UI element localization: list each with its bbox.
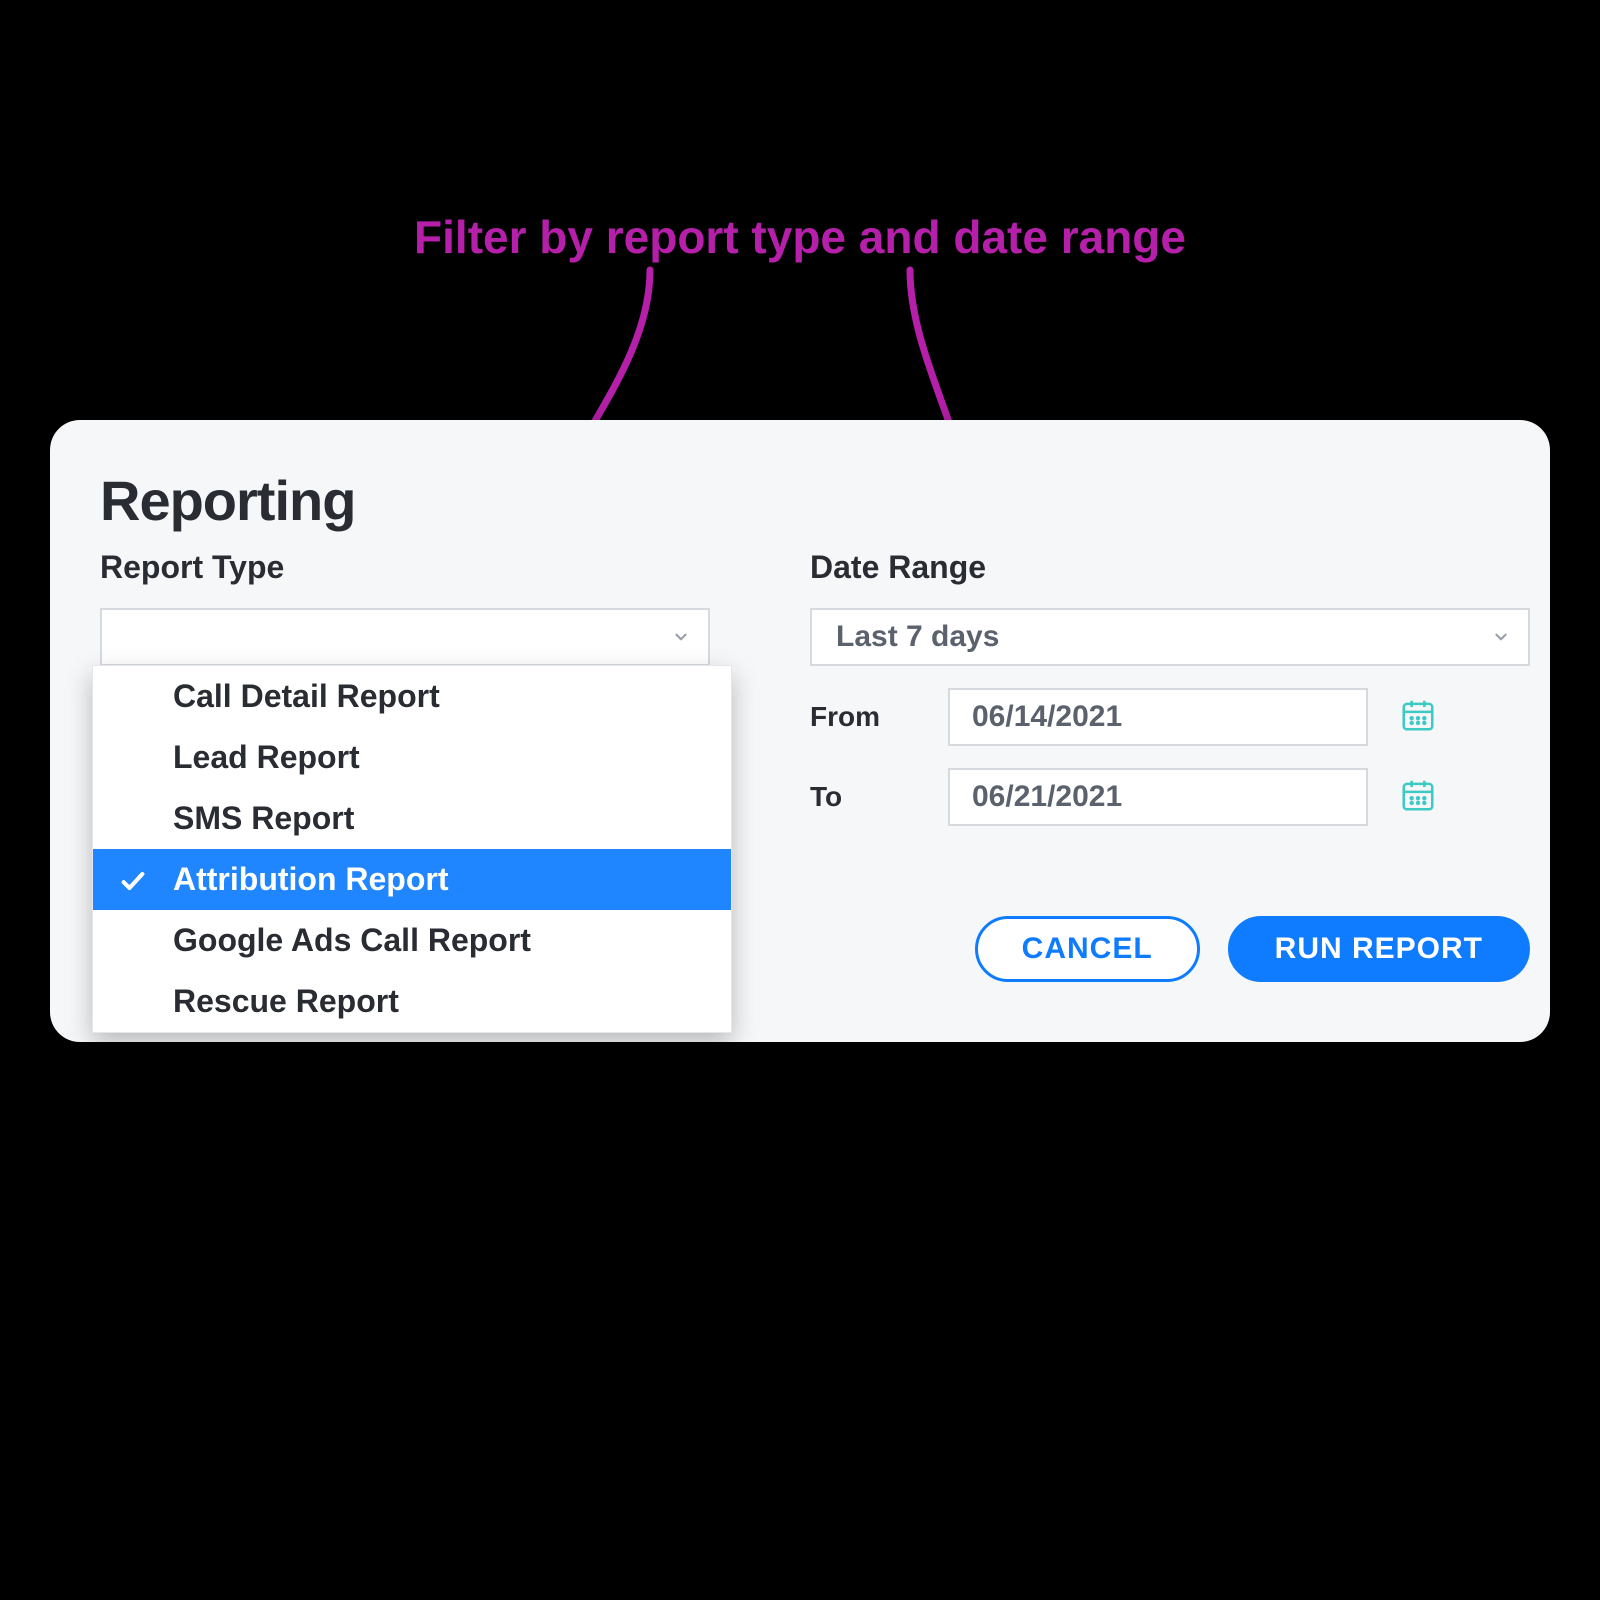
actions-row: CANCEL RUN REPORT xyxy=(810,916,1530,982)
report-type-label: Report Type xyxy=(100,549,710,586)
report-type-option[interactable]: Google Ads Call Report xyxy=(93,910,731,971)
from-label: From xyxy=(810,701,920,733)
to-label: To xyxy=(810,781,920,813)
from-date-value: 06/14/2021 xyxy=(972,700,1122,734)
report-type-option[interactable]: SMS Report xyxy=(93,788,731,849)
report-type-dropdown: Call Detail Report Lead Report SMS Report A… xyxy=(92,665,732,1033)
report-type-option[interactable]: Call Detail Report xyxy=(93,666,731,727)
chevron-down-icon xyxy=(672,628,690,646)
from-date-input[interactable]: 06/14/2021 xyxy=(948,688,1368,746)
report-type-option[interactable]: Rescue Report xyxy=(93,971,731,1032)
to-calendar-button[interactable] xyxy=(1396,775,1440,819)
report-type-column: Report Type Call Detail Report Lead Repor… xyxy=(100,543,710,982)
report-type-option-label: Attribution Report xyxy=(173,861,449,897)
check-icon xyxy=(119,866,147,894)
report-type-option-label: Lead Report xyxy=(173,739,360,775)
report-type-option[interactable]: Lead Report xyxy=(93,727,731,788)
chevron-down-icon xyxy=(1492,628,1510,646)
cancel-button[interactable]: CANCEL xyxy=(975,916,1200,982)
report-type-option-label: SMS Report xyxy=(173,800,354,836)
date-range-preset-value: Last 7 days xyxy=(836,620,999,654)
to-date-value: 06/21/2021 xyxy=(972,780,1122,814)
date-range-preset-select[interactable]: Last 7 days xyxy=(810,608,1530,666)
report-type-option[interactable]: Attribution Report xyxy=(93,849,731,910)
calendar-icon xyxy=(1399,696,1437,739)
from-calendar-button[interactable] xyxy=(1396,695,1440,739)
report-type-option-label: Google Ads Call Report xyxy=(173,922,531,958)
run-report-button[interactable]: RUN REPORT xyxy=(1228,916,1530,982)
date-range-label: Date Range xyxy=(810,549,1530,586)
report-type-select[interactable] xyxy=(100,608,710,666)
report-type-option-label: Rescue Report xyxy=(173,983,399,1019)
reporting-panel: Reporting Report Type Call Detail Report… xyxy=(50,420,1550,1042)
annotation-text: Filter by report type and date range xyxy=(0,210,1600,264)
to-date-input[interactable]: 06/21/2021 xyxy=(948,768,1368,826)
calendar-icon xyxy=(1399,776,1437,819)
report-type-option-label: Call Detail Report xyxy=(173,678,440,714)
page-title: Reporting xyxy=(100,468,1500,533)
date-range-column: Date Range Last 7 days From 06/14/2021 xyxy=(810,543,1530,982)
